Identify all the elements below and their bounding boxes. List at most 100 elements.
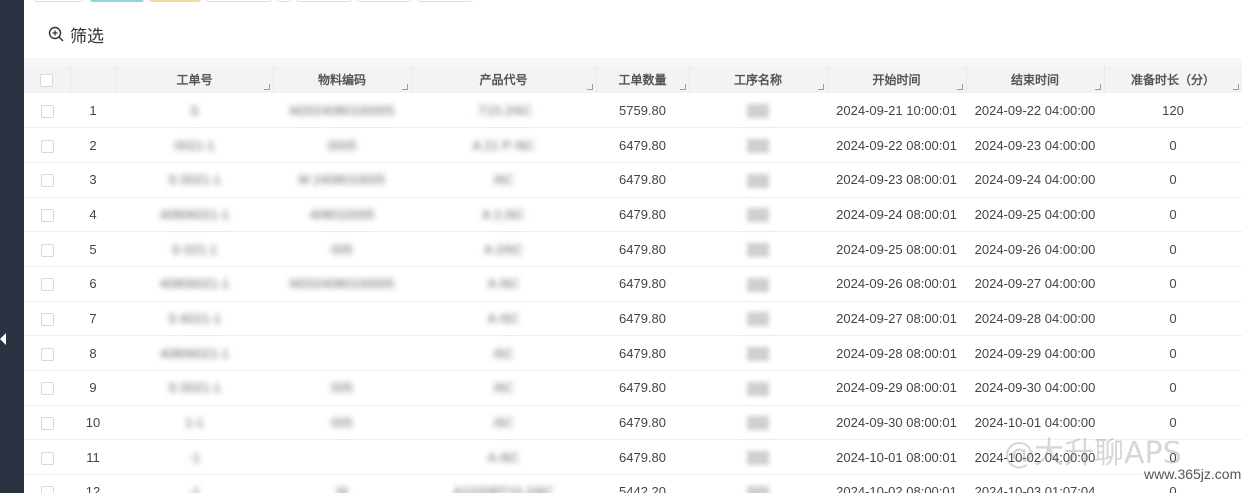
select-all-checkbox[interactable] — [40, 73, 54, 87]
product-code-cell: /6C — [411, 162, 596, 197]
table-row[interactable]: 3 S 0021-1 M 2408010005 /6C 6479.80 2024-09-… — [24, 162, 1242, 198]
material-code-cell-text: 005 — [331, 380, 353, 396]
quantity-cell-text: 6479.80 — [619, 310, 666, 326]
process-name-cell — [689, 440, 827, 475]
watermark-url: www.365jz.com — [1142, 466, 1242, 482]
row-checkbox[interactable] — [40, 208, 54, 222]
quantity-cell-text: 6479.80 — [619, 241, 666, 257]
order-no-cell-text: 40806021-1 — [159, 276, 230, 292]
row-checkbox[interactable] — [40, 347, 54, 361]
row-index: 5 — [70, 232, 116, 267]
material-code-cell — [273, 336, 411, 371]
row-select-cell[interactable] — [24, 162, 70, 197]
row-checkbox[interactable] — [40, 451, 54, 465]
row-checkbox[interactable] — [40, 417, 54, 431]
material-code-cell — [273, 440, 411, 475]
start-time-cell: 2024-10-02 08:00:01 — [827, 475, 966, 493]
row-checkbox[interactable] — [40, 382, 54, 396]
end-time-cell: 2024-09-23 04:00:00 — [966, 128, 1104, 163]
row-checkbox[interactable] — [40, 313, 54, 326]
filter-button[interactable]: 筛选 — [48, 22, 104, 47]
start-time-cell-text: 2024-09-25 08:00:01 — [836, 241, 957, 257]
toolbar-button[interactable] — [34, 0, 84, 2]
toolbar-button[interactable] — [276, 0, 292, 2]
process-name-cell — [689, 197, 827, 232]
row-index-text: 11 — [86, 449, 100, 465]
toolbar-button[interactable] — [356, 0, 412, 2]
prep-time-cell-text: 0 — [1169, 241, 1177, 257]
toolbar-button[interactable] — [149, 0, 201, 2]
quantity-cell: 6479.80 — [596, 301, 689, 336]
table-row[interactable]: 5 S 021-1 005 A 2/6C 6479.80 2024-09-25 08:0… — [24, 232, 1242, 267]
end-time-cell-text: 2024-10-03 01:07:04 — [974, 484, 1096, 493]
row-index: 4 — [70, 197, 116, 232]
table-row[interactable]: 8 40806021-1 /6C 6479.80 2024-09-28 08:00:… — [24, 336, 1242, 371]
product-code-cell-text: A 2,/6C — [482, 206, 525, 222]
toolbar-button[interactable] — [90, 0, 144, 2]
divider — [24, 58, 1242, 66]
table-row[interactable]: 12 -1 M A1020RT15.2/6C 5442.20 2024-10-02 0… — [24, 475, 1242, 493]
row-select-cell[interactable] — [24, 301, 70, 336]
quantity-cell: 5759.80 — [596, 93, 689, 128]
header-prep-time[interactable]: 准备时长（分） — [1104, 66, 1242, 93]
header-material-code[interactable]: 物料编码 — [273, 66, 412, 93]
header-quantity[interactable]: 工单数量 — [596, 66, 690, 93]
table-header-row: 工单号 物料编码 产品代号 工单数量 工序名称 开始时间 结束时间 准备时长（分… — [24, 66, 1242, 93]
end-time-cell-text: 2024-09-23 04:00:00 — [974, 137, 1096, 153]
toolbar-button[interactable] — [417, 0, 473, 2]
start-time-cell: 2024-10-01 08:00:01 — [827, 440, 966, 475]
table-row[interactable]: 1 S M2024080100005 .T15.2/6C 5759.80 2024-0… — [24, 93, 1242, 128]
header-order-no[interactable]: 工单号 — [116, 66, 274, 93]
table-row[interactable]: 7 S 6021-1 A /6C 6479.80 2024-09-27 08:00:0… — [24, 301, 1242, 336]
collapse-arrow-icon[interactable] — [0, 333, 6, 345]
start-time-cell-text: 2024-09-23 08:00:01 — [836, 172, 957, 188]
row-select-cell[interactable] — [24, 266, 70, 301]
row-select-cell[interactable] — [24, 128, 70, 163]
row-select-cell[interactable] — [24, 197, 70, 232]
start-time-cell: 2024-09-25 08:00:01 — [827, 232, 966, 267]
material-code-cell-text: M 2408010005 — [298, 172, 386, 188]
table-row[interactable]: 9 S 0021-1 005 /6C 6479.80 2024-09-29 08:00… — [24, 371, 1242, 406]
order-no-cell-text: 0021-1 — [174, 137, 215, 153]
row-select-cell[interactable] — [24, 93, 70, 128]
row-index: 12 — [70, 475, 116, 493]
row-select-cell[interactable] — [24, 336, 70, 371]
prep-time-cell-text: 0 — [1169, 310, 1177, 326]
end-time-cell: 2024-09-25 04:00:00 — [966, 197, 1104, 232]
row-checkbox[interactable] — [40, 278, 54, 292]
start-time-cell: 2024-09-24 08:00:01 — [827, 197, 966, 232]
process-name-redacted — [747, 173, 769, 188]
row-checkbox[interactable] — [40, 139, 54, 153]
process-name-redacted — [747, 416, 769, 431]
header-end-time[interactable]: 结束时间 — [966, 66, 1105, 93]
header-start-time[interactable]: 开始时间 — [827, 66, 967, 93]
row-index: 11 — [70, 440, 116, 475]
toolbar-button[interactable] — [296, 0, 352, 2]
row-checkbox[interactable] — [40, 486, 54, 493]
table-row[interactable]: 6 40806021-1 M2024080100005 A /6C 6479.80 20… — [24, 266, 1242, 302]
product-code-cell: A 2/6C — [411, 232, 596, 267]
row-select-cell[interactable] — [24, 440, 70, 475]
quantity-cell: 6479.80 — [596, 232, 689, 267]
start-time-cell-text: 2024-09-22 08:00:01 — [836, 137, 957, 153]
process-name-redacted — [747, 485, 769, 493]
quantity-cell-text: 5759.80 — [619, 102, 666, 118]
quantity-cell-text: 6479.80 — [619, 172, 666, 188]
row-select-cell[interactable] — [24, 232, 70, 267]
row-select-cell[interactable] — [24, 371, 70, 406]
select-all-cell[interactable] — [24, 66, 71, 93]
row-checkbox[interactable] — [40, 174, 54, 188]
order-no-cell: S 021-1 — [116, 232, 273, 267]
row-checkbox[interactable] — [40, 104, 54, 118]
row-select-cell[interactable] — [24, 405, 70, 440]
header-process-name[interactable]: 工序名称 — [689, 66, 828, 93]
prep-time-cell: 0 — [1104, 371, 1242, 406]
row-select-cell[interactable] — [24, 475, 70, 493]
toolbar-button[interactable] — [206, 0, 272, 2]
row-checkbox[interactable] — [40, 243, 54, 257]
quantity-cell: 6479.80 — [596, 128, 689, 163]
toolbar — [24, 0, 1242, 6]
header-product-code[interactable]: 产品代号 — [411, 66, 597, 93]
table-row[interactable]: 2 0021-1 0005 A 21 P /6C 6479.80 2024-09-22… — [24, 128, 1242, 163]
table-row[interactable]: 4 40806021-1 408010005 A 2,/6C 6479.80 2024… — [24, 197, 1242, 232]
